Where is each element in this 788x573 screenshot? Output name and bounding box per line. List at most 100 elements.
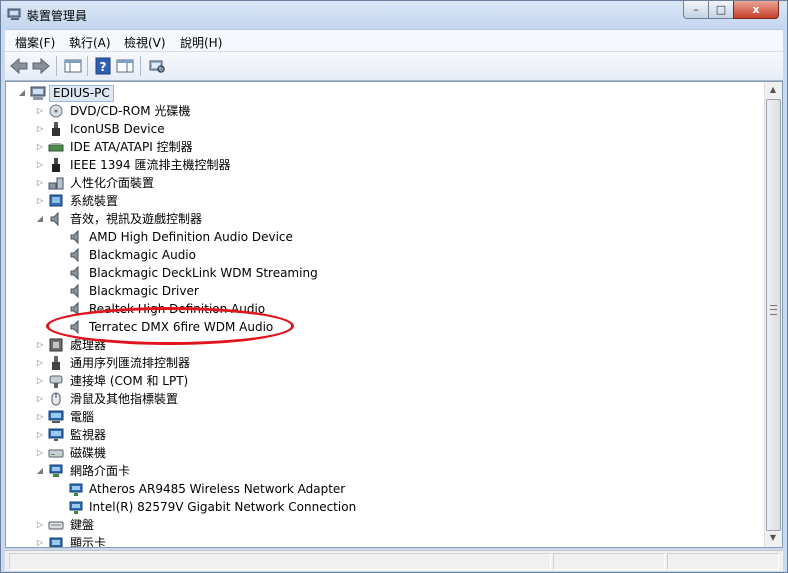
toolbar-separator <box>56 56 57 76</box>
console-tree-icon[interactable] <box>63 57 83 75</box>
expand-arrow-icon[interactable]: ▷ <box>36 516 44 534</box>
menu-action[interactable]: 執行(A) <box>69 34 111 51</box>
expand-arrow-icon[interactable]: ▷ <box>36 444 44 462</box>
tree-item-label: Atheros AR9485 Wireless Network Adapter <box>89 482 346 496</box>
expand-arrow-icon[interactable]: ▷ <box>36 534 44 547</box>
dvd-drive-icon <box>49 104 63 118</box>
tree-item-label: 連接埠 (COM 和 LPT) <box>70 374 189 388</box>
tree-item-label: AMD High Definition Audio Device <box>89 230 293 244</box>
speaker-icon <box>70 283 79 299</box>
expand-arrow-icon[interactable]: ▷ <box>36 336 44 354</box>
tree-item-label: Realtek High Definition Audio <box>89 302 266 316</box>
tree-item-label: Blackmagic Audio <box>89 248 196 262</box>
maximize-button[interactable]: □ <box>708 1 734 19</box>
tree-item-label: DVD/CD-ROM 光碟機 <box>70 104 191 118</box>
network-adapter-icon <box>69 483 83 496</box>
menu-file[interactable]: 檔案(F) <box>15 34 55 51</box>
speaker-icon <box>70 265 79 281</box>
ide-controller-icon <box>48 143 64 152</box>
port-icon <box>49 375 63 388</box>
expand-arrow-icon[interactable]: ▷ <box>36 102 44 120</box>
tree-item-label: 音效，視訊及遊戲控制器 <box>70 212 203 226</box>
tree-item-label: 磁碟機 <box>70 446 107 460</box>
expand-arrow-icon[interactable]: ▷ <box>36 192 44 210</box>
scroll-up-icon[interactable]: ▲ <box>765 82 781 98</box>
device-manager-window: 裝置管理員 – □ x 檔案(F) 執行(A) 檢視(V) 說明(H) ? ◢ … <box>0 0 788 573</box>
tree-item-label: Blackmagic Driver <box>89 284 199 298</box>
collapse-arrow-icon[interactable]: ◢ <box>18 84 26 102</box>
device-tree[interactable]: ◢ EDIUS-PC ▲ ▼ ▷ DVD/CD-ROM 光碟機 ▷ IconUSB D… <box>5 81 783 548</box>
usb-controller-icon <box>52 356 60 370</box>
tree-item-label: IEEE 1394 匯流排主機控制器 <box>70 158 231 172</box>
help-icon[interactable]: ? <box>93 57 113 75</box>
menu-help[interactable]: 說明(H) <box>180 34 222 51</box>
expand-arrow-icon[interactable]: ▷ <box>36 390 44 408</box>
tree-item-label: 系統裝置 <box>70 194 119 208</box>
network-adapter-icon <box>69 501 83 514</box>
toolbar-separator <box>140 56 141 76</box>
hid-icon <box>48 177 64 190</box>
back-icon[interactable] <box>9 57 29 75</box>
forward-icon[interactable] <box>31 57 51 75</box>
speaker-icon <box>70 229 79 245</box>
properties-icon[interactable] <box>115 57 135 75</box>
tree-item-label: 通用序列匯流排控制器 <box>70 356 191 370</box>
status-pane <box>9 553 551 570</box>
expand-arrow-icon[interactable]: ▷ <box>36 138 44 156</box>
scroll-down-icon[interactable]: ▼ <box>765 530 781 546</box>
expand-arrow-icon[interactable]: ▷ <box>36 156 44 174</box>
device-manager-icon <box>7 8 21 20</box>
tree-item-label: IDE ATA/ATAPI 控制器 <box>70 140 193 154</box>
menu-view[interactable]: 檢視(V) <box>124 34 166 51</box>
usb-device-icon <box>52 122 60 136</box>
computer-icon <box>30 86 46 100</box>
collapse-arrow-icon[interactable]: ◢ <box>36 462 44 480</box>
expand-arrow-icon[interactable]: ▷ <box>36 120 44 138</box>
tree-item-label: 電腦 <box>70 410 95 424</box>
menu-bar: 檔案(F) 執行(A) 檢視(V) 說明(H) <box>5 29 783 52</box>
mouse-icon <box>51 392 61 406</box>
status-bar <box>5 550 783 571</box>
tree-item-label: 網路介面卡 <box>70 464 131 478</box>
status-pane <box>667 553 779 570</box>
tree-item-label: 監視器 <box>70 428 107 442</box>
scrollbar-thumb[interactable] <box>766 99 781 531</box>
close-button[interactable]: x <box>733 1 779 19</box>
computer-icon <box>48 410 64 423</box>
scan-hardware-icon[interactable] <box>147 57 167 75</box>
toolbar-separator <box>87 56 88 76</box>
speaker-icon <box>70 301 79 317</box>
expand-arrow-icon[interactable]: ▷ <box>36 408 44 426</box>
title-bar[interactable]: 裝置管理員 – □ x <box>1 1 787 29</box>
expand-arrow-icon[interactable]: ▷ <box>36 354 44 372</box>
tree-item-label: 鍵盤 <box>70 518 95 532</box>
tree-item-label: 顯示卡 <box>70 536 107 548</box>
expand-arrow-icon[interactable]: ▷ <box>36 372 44 390</box>
tree-item-label: IconUSB Device <box>70 122 165 136</box>
expand-arrow-icon[interactable]: ▷ <box>36 426 44 444</box>
minimize-button[interactable]: – <box>683 1 709 19</box>
collapse-arrow-icon[interactable]: ◢ <box>36 210 44 228</box>
vertical-scrollbar[interactable]: ▲ ▼ <box>764 82 782 547</box>
expand-arrow-icon[interactable]: ▷ <box>36 174 44 192</box>
tree-item-label: Intel(R) 82579V Gigabit Network Connecti… <box>89 500 357 514</box>
tree-item-label: Blackmagic DeckLink WDM Streaming <box>89 266 318 280</box>
tree-item-label: 滑鼠及其他指標裝置 <box>70 392 179 406</box>
status-pane <box>553 553 665 570</box>
ieee1394-icon <box>52 158 60 172</box>
processor-icon <box>49 338 63 352</box>
tree-item-label: 人性化介面裝置 <box>70 176 155 190</box>
display-adapter-icon <box>49 537 63 547</box>
tree-root-label: EDIUS-PC <box>49 85 114 102</box>
network-icon <box>49 464 63 477</box>
toolbar: ? <box>5 51 783 81</box>
system-device-icon <box>49 194 63 207</box>
disk-drive-icon <box>48 449 64 458</box>
tree-item-label: 處理器 <box>70 338 107 352</box>
speaker-icon <box>50 211 59 227</box>
speaker-icon <box>70 247 79 263</box>
speaker-icon <box>70 319 79 335</box>
tree-item-label: Terratec DMX 6fire WDM Audio <box>89 320 274 334</box>
window-title: 裝置管理員 <box>27 9 88 23</box>
monitor-icon <box>48 428 64 441</box>
